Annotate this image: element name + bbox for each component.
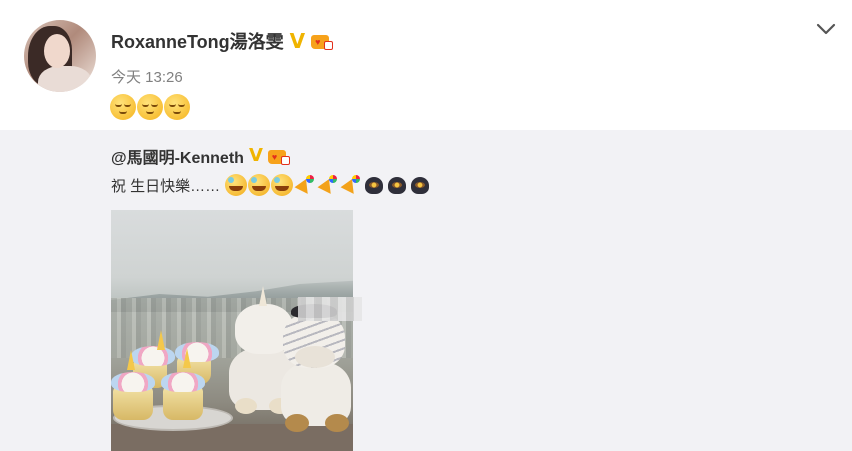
member-crown-icon: ♥: [311, 32, 334, 50]
repost-photo[interactable]: [111, 210, 353, 451]
cupcake: [111, 372, 155, 420]
laugh-icon: [271, 174, 294, 196]
repost-author-link[interactable]: @馬國明-Kenneth: [111, 144, 244, 168]
verified-v-icon: V: [289, 29, 306, 53]
sleepy-smile-icon: [137, 94, 163, 120]
post-timestamp[interactable]: 今天 13:26: [111, 66, 183, 87]
sleepy-smile-icon: [164, 94, 190, 120]
cake-icon: [363, 174, 385, 196]
laugh-icon: [225, 174, 248, 196]
post-header: RoxanneTong湯洛雯 V ♥ 今天 13:26: [0, 0, 852, 130]
repost-card: @馬國明-Kenneth V ♥ 祝 生日快樂……: [0, 130, 852, 451]
avatar-body: [38, 66, 92, 92]
unicorn-horn: [183, 348, 191, 368]
unicorn-horn: [157, 330, 165, 350]
avatar-face: [44, 34, 70, 68]
repost-author-row: @馬國明-Kenneth V ♥: [111, 144, 290, 168]
party-popper-icon: [340, 174, 362, 196]
cake-icon: [409, 174, 431, 196]
cupcake: [161, 372, 205, 420]
sleepy-smile-icon: [110, 94, 136, 120]
post-menu-chevron-button[interactable]: [814, 20, 838, 38]
cake-icon: [386, 174, 408, 196]
party-popper-icon: [317, 174, 339, 196]
member-crown-icon: ♥: [267, 147, 290, 165]
verified-v-icon: V: [248, 145, 263, 166]
username-row: RoxanneTong湯洛雯 V ♥: [111, 28, 334, 54]
unicorn-horn: [127, 350, 135, 370]
repost-text-row: 祝 生日快樂……: [111, 174, 431, 196]
post-emoji-row: [110, 94, 190, 120]
post-author-name[interactable]: RoxanneTong湯洛雯: [111, 28, 284, 54]
repost-text: 祝 生日快樂……: [111, 177, 221, 195]
avatar[interactable]: [24, 20, 96, 92]
pixelated-watermark: [298, 297, 362, 321]
zebra-plush: [281, 304, 353, 434]
chevron-down-icon: [816, 23, 836, 35]
party-popper-icon: [294, 174, 316, 196]
laugh-icon: [248, 174, 271, 196]
